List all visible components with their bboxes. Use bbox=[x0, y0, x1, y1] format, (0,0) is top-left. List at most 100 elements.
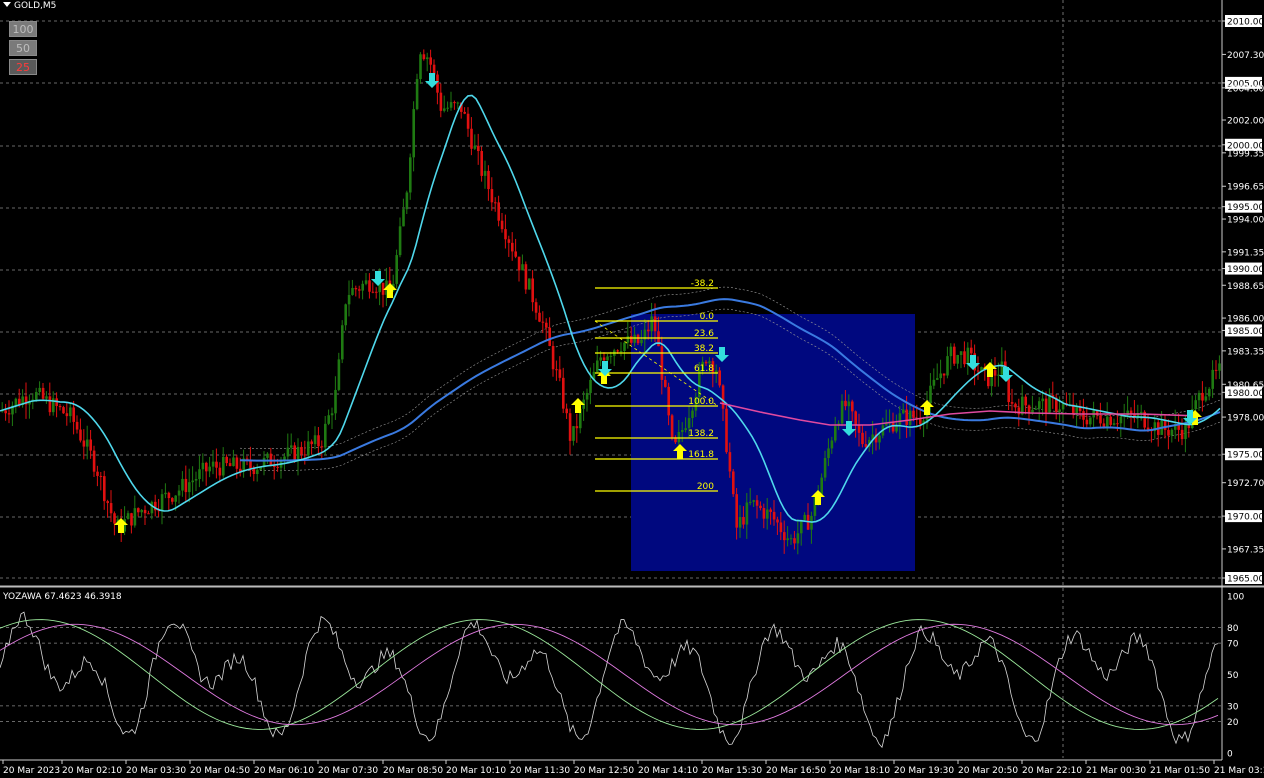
oscillator-axis-label: 80 bbox=[1227, 624, 1239, 634]
price-bar bbox=[211, 461, 215, 467]
price-bar bbox=[759, 505, 762, 509]
price-bar bbox=[330, 413, 334, 416]
price-bar bbox=[41, 387, 45, 399]
price-bar bbox=[375, 291, 378, 293]
price-bar bbox=[191, 480, 194, 483]
price-bar bbox=[555, 369, 558, 371]
price-bar bbox=[256, 469, 259, 475]
price-bar bbox=[436, 74, 439, 93]
price-bar bbox=[528, 278, 531, 290]
price-bar bbox=[898, 413, 902, 425]
price-bar bbox=[541, 321, 545, 323]
price-bar bbox=[521, 264, 524, 271]
price-bar bbox=[235, 457, 239, 469]
price-bar bbox=[949, 346, 953, 357]
price-bar bbox=[313, 435, 317, 445]
price-bar bbox=[398, 226, 402, 256]
price-bar bbox=[344, 304, 347, 326]
price-bar bbox=[500, 220, 504, 230]
price-bar bbox=[1010, 402, 1014, 404]
price-bar bbox=[939, 373, 942, 379]
time-label: 20 Mar 03:30 bbox=[126, 766, 186, 776]
price-bar bbox=[599, 357, 602, 361]
price-bar bbox=[222, 456, 225, 476]
price-bar bbox=[1017, 407, 1021, 415]
price-bar bbox=[725, 408, 728, 453]
fib-label: 138.2 bbox=[688, 429, 714, 439]
price-label: 1995.00 bbox=[1227, 203, 1264, 213]
price-bar bbox=[786, 538, 789, 541]
price-bar bbox=[1102, 423, 1106, 427]
price-bar bbox=[548, 327, 551, 346]
price-bar bbox=[1044, 398, 1048, 413]
price-label: 2010.00 bbox=[1227, 18, 1264, 28]
price-bar bbox=[742, 517, 745, 525]
price-bar bbox=[1140, 411, 1143, 414]
price-bar bbox=[14, 398, 18, 406]
price-bar bbox=[803, 514, 806, 520]
price-label: 1994.00 bbox=[1227, 216, 1264, 226]
price-bar bbox=[1021, 396, 1024, 415]
fib-label: 61.8 bbox=[694, 364, 714, 374]
price-bar bbox=[681, 430, 684, 432]
price-bar bbox=[589, 379, 592, 394]
price-bar bbox=[1085, 419, 1089, 425]
price-bar bbox=[69, 407, 72, 417]
price-bar bbox=[752, 500, 755, 502]
fib-label: 200 bbox=[697, 482, 714, 492]
price-bar bbox=[361, 283, 364, 291]
price-bar bbox=[558, 369, 562, 378]
price-bar bbox=[174, 495, 177, 502]
price-bar bbox=[75, 421, 79, 430]
price-bar bbox=[585, 393, 589, 400]
price-bar bbox=[395, 255, 398, 284]
price-bar bbox=[844, 400, 847, 407]
price-bar bbox=[446, 107, 449, 109]
price-chart[interactable]: -38.20.023.638.261.8100.0138.2161.8200 2… bbox=[0, 0, 1264, 778]
oscillator-axis-label: 50 bbox=[1227, 671, 1239, 681]
price-bar bbox=[1197, 392, 1201, 401]
price-bar bbox=[946, 356, 949, 376]
price-bar bbox=[307, 441, 310, 456]
oscillator-axis-label: 20 bbox=[1227, 718, 1239, 728]
oscillator-axis-label: 100 bbox=[1227, 593, 1244, 603]
price-bar bbox=[755, 500, 759, 506]
price-bar bbox=[177, 490, 181, 496]
price-bar bbox=[908, 410, 912, 425]
price-bar bbox=[402, 209, 405, 227]
price-bar bbox=[545, 322, 548, 328]
level-button-25[interactable]: 25 bbox=[9, 59, 37, 75]
price-bar bbox=[653, 316, 657, 332]
price-label: 1970.00 bbox=[1227, 513, 1264, 523]
price-bar bbox=[494, 202, 497, 204]
price-bar bbox=[184, 478, 188, 493]
price-bar bbox=[96, 471, 99, 476]
price-bar bbox=[745, 502, 749, 525]
price-bar bbox=[453, 102, 456, 104]
price-bar bbox=[412, 109, 415, 158]
time-label: 20 Mar 12:50 bbox=[574, 766, 634, 776]
price-bar bbox=[147, 513, 150, 515]
price-bar bbox=[310, 441, 313, 445]
price-bar bbox=[524, 264, 528, 290]
price-bar bbox=[718, 370, 721, 386]
price-bar bbox=[929, 385, 932, 404]
price-bar bbox=[1106, 416, 1109, 427]
price-bar bbox=[1014, 403, 1017, 408]
price-bar bbox=[341, 325, 344, 360]
price-bar bbox=[65, 413, 69, 417]
price-label: 2002.00 bbox=[1227, 117, 1264, 127]
price-bar bbox=[126, 513, 130, 520]
price-bar bbox=[449, 102, 453, 108]
price-bar bbox=[1208, 388, 1211, 397]
level-button-100[interactable]: 100 bbox=[9, 21, 37, 37]
price-bar bbox=[290, 445, 293, 448]
level-button-50[interactable]: 50 bbox=[9, 40, 37, 56]
price-bar bbox=[511, 242, 514, 252]
price-bar bbox=[1109, 416, 1112, 425]
price-bar bbox=[48, 396, 52, 413]
time-label: 20 Mar 10:10 bbox=[446, 766, 506, 776]
price-bar bbox=[1034, 408, 1038, 410]
price-bar bbox=[779, 522, 783, 533]
time-label: 20 Mar 08:50 bbox=[383, 766, 443, 776]
